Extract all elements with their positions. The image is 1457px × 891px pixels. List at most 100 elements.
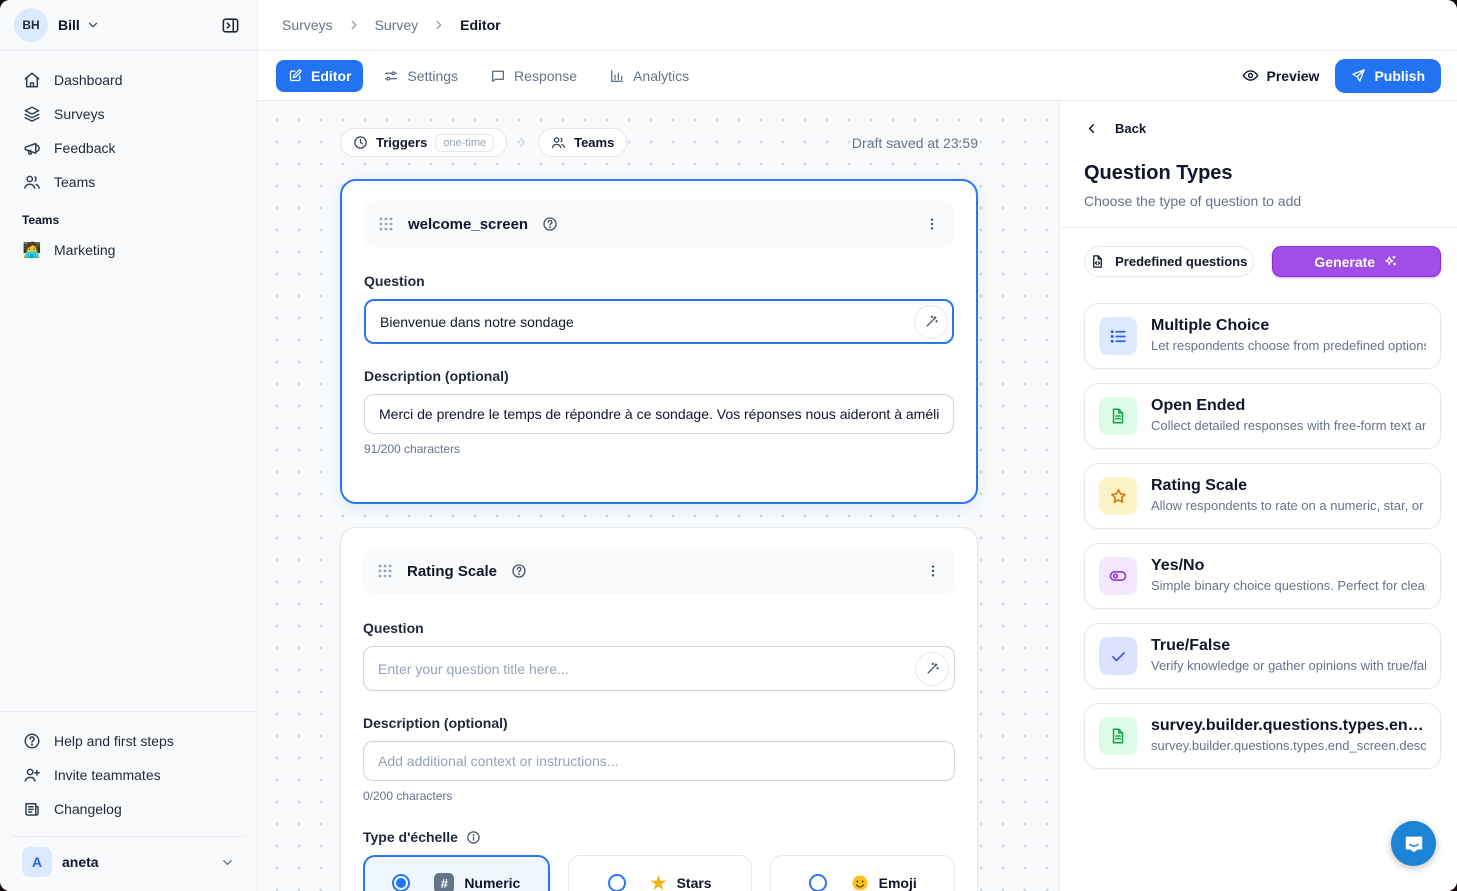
hash-keycap-icon: # <box>434 873 454 891</box>
workspace-avatar: BH <box>14 8 48 42</box>
question-type-description: Simple binary choice questions. Perfect … <box>1151 578 1426 593</box>
question-type-yes-no[interactable]: Yes/No Simple binary choice questions. P… <box>1084 543 1441 609</box>
question-card-header[interactable]: welcome_screen <box>364 201 954 247</box>
account-name: aneta <box>62 854 99 870</box>
sidebar-item-label: Marketing <box>54 242 115 258</box>
question-card-title: Rating Scale <box>407 563 497 580</box>
scale-type-label: Type d'échelle <box>363 829 955 845</box>
breadcrumb-surveys[interactable]: Surveys <box>282 17 333 33</box>
sidebar-item-marketing[interactable]: 🧑‍💻 Marketing <box>12 233 245 267</box>
newspaper-icon <box>22 800 42 818</box>
account-avatar: A <box>22 847 52 877</box>
sidebar: BH Bill Dashboard Surv <box>0 0 258 891</box>
sidebar-item-teams[interactable]: Teams <box>12 165 245 199</box>
scale-option-label: Stars <box>677 875 712 891</box>
char-count: 91/200 characters <box>364 442 954 456</box>
publish-label: Publish <box>1374 68 1425 84</box>
back-button[interactable]: Back <box>1084 121 1441 136</box>
question-type-name: Multiple Choice <box>1151 317 1426 335</box>
question-title-input[interactable] <box>363 646 955 691</box>
question-type-end-screen[interactable]: survey.builder.questions.types.end_scr..… <box>1084 703 1441 769</box>
panel-title: Question Types <box>1084 162 1441 185</box>
teams-pill[interactable]: Teams <box>538 128 627 157</box>
question-title-input[interactable] <box>364 299 954 344</box>
toggle-icon <box>1099 557 1137 595</box>
question-type-true-false[interactable]: True/False Verify knowledge or gather op… <box>1084 623 1441 689</box>
scale-option-stars[interactable]: ★ Stars <box>568 855 753 891</box>
breadcrumb-editor: Editor <box>460 17 500 33</box>
question-type-rating-scale[interactable]: Rating Scale Allow respondents to rate o… <box>1084 463 1441 529</box>
help-circle-icon[interactable] <box>542 216 558 232</box>
sliders-icon <box>383 68 399 84</box>
ai-rewrite-button[interactable] <box>915 652 949 686</box>
megaphone-icon <box>22 139 42 157</box>
sidebar-item-help[interactable]: Help and first steps <box>12 724 245 758</box>
back-label: Back <box>1115 121 1146 136</box>
sidebar-item-dashboard[interactable]: Dashboard <box>12 63 245 97</box>
drag-handle-icon[interactable] <box>378 216 394 232</box>
tab-settings[interactable]: Settings <box>371 60 470 92</box>
sidebar-item-changelog[interactable]: Changelog <box>12 792 245 826</box>
scale-option-numeric[interactable]: # Numeric <box>363 855 550 891</box>
question-type-description: Verify knowledge or gather opinions with… <box>1151 658 1426 673</box>
file-code-icon <box>1090 254 1105 269</box>
radio-icon <box>608 874 626 891</box>
scale-option-emoji[interactable]: Emoji <box>770 855 955 891</box>
editor-toolbar: Editor Settings Response Analytics <box>258 51 1457 101</box>
account-switcher[interactable]: A aneta <box>12 836 245 891</box>
user-plus-icon <box>22 766 42 784</box>
clock-icon <box>353 135 368 150</box>
description-input[interactable] <box>363 741 955 781</box>
question-card-rating-scale[interactable]: Rating Scale Question <box>340 527 978 891</box>
triggers-pill[interactable]: Triggers one-time <box>340 128 507 157</box>
sidebar-collapse-button[interactable] <box>215 10 245 40</box>
description-input[interactable] <box>364 394 954 434</box>
card-menu-button[interactable] <box>925 563 941 579</box>
sidebar-item-feedback[interactable]: Feedback <box>12 131 245 165</box>
drag-handle-icon[interactable] <box>377 563 393 579</box>
tab-analytics[interactable]: Analytics <box>597 60 701 92</box>
question-types-panel: Back Question Types Choose the type of q… <box>1059 101 1457 891</box>
help-circle-icon <box>22 732 42 750</box>
eye-icon <box>1242 67 1259 84</box>
question-card-welcome-screen[interactable]: welcome_screen Question <box>340 179 978 504</box>
generate-button[interactable]: Generate <box>1272 246 1442 277</box>
app-window: BH Bill Dashboard Surv <box>0 0 1457 891</box>
preview-label: Preview <box>1267 68 1320 84</box>
sidebar-item-label: Surveys <box>54 106 105 122</box>
sidebar-item-invite[interactable]: Invite teammates <box>12 758 245 792</box>
workspace-switcher[interactable]: BH Bill <box>0 0 257 51</box>
question-type-multiple-choice[interactable]: Multiple Choice Let respondents choose f… <box>1084 303 1441 369</box>
question-label: Question <box>363 620 955 636</box>
one-time-badge: one-time <box>435 134 494 152</box>
panel-toggle-icon <box>221 16 240 35</box>
ai-rewrite-button[interactable] <box>914 305 948 339</box>
panel-subtitle: Choose the type of question to add <box>1084 193 1441 209</box>
intercom-chat-button[interactable] <box>1391 821 1436 866</box>
chevron-right-icon <box>347 18 361 32</box>
tab-label: Editor <box>311 68 351 84</box>
card-menu-button[interactable] <box>924 216 940 232</box>
send-icon <box>1351 68 1366 83</box>
sidebar-item-label: Teams <box>54 174 95 190</box>
info-icon[interactable] <box>466 830 481 845</box>
help-circle-icon[interactable] <box>511 563 527 579</box>
breadcrumb-survey[interactable]: Survey <box>375 17 419 33</box>
predefined-questions-button[interactable]: Predefined questions <box>1084 246 1254 277</box>
question-type-open-ended[interactable]: Open Ended Collect detailed responses wi… <box>1084 383 1441 449</box>
question-card-header[interactable]: Rating Scale <box>363 548 955 594</box>
sidebar-item-label: Changelog <box>54 801 122 817</box>
chevron-down-icon <box>86 18 100 32</box>
radio-selected-icon <box>392 874 410 891</box>
sidebar-item-surveys[interactable]: Surveys <box>12 97 245 131</box>
generate-label: Generate <box>1314 254 1375 270</box>
publish-button[interactable]: Publish <box>1335 59 1441 93</box>
sidebar-nav: Dashboard Surveys Feedback Teams <box>0 51 257 267</box>
scale-type-label-text: Type d'échelle <box>363 829 458 845</box>
tab-editor[interactable]: Editor <box>276 60 363 92</box>
preview-button[interactable]: Preview <box>1242 67 1320 84</box>
tab-response[interactable]: Response <box>478 60 589 92</box>
check-icon <box>1099 637 1137 675</box>
magic-wand-icon <box>924 314 939 329</box>
list-icon <box>1099 317 1137 355</box>
